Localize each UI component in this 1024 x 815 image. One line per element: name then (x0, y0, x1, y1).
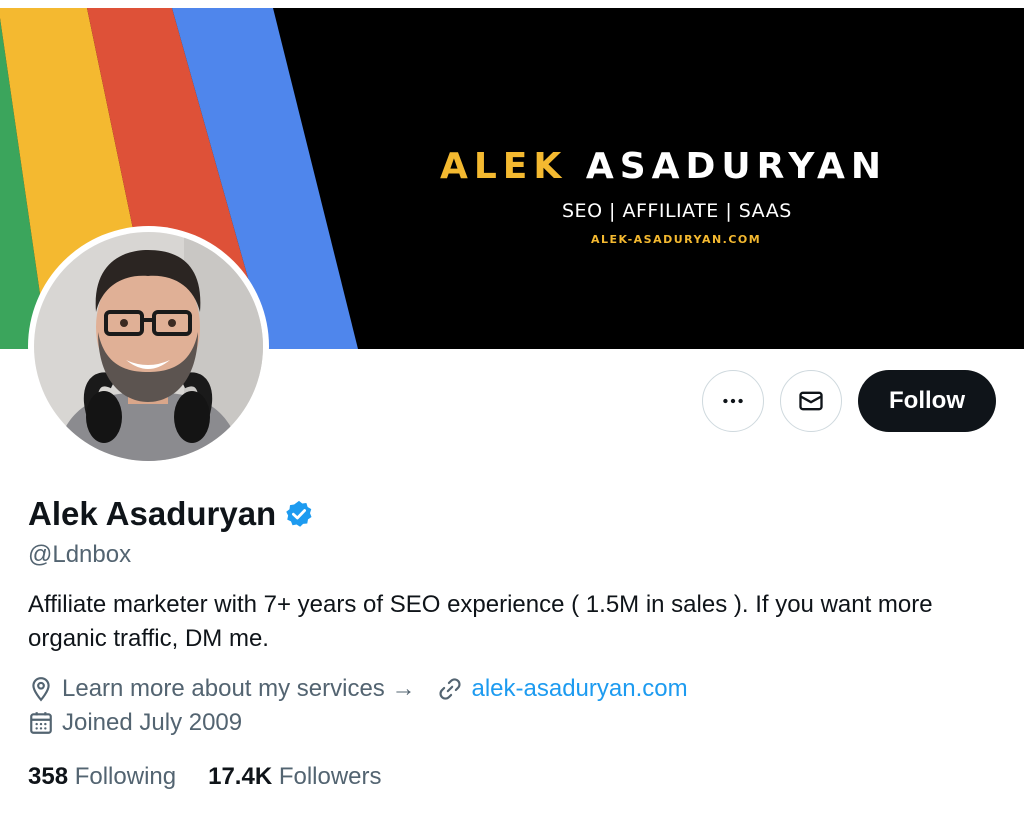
avatar-photo (34, 232, 263, 461)
followers-stat[interactable]: 17.4K Followers (208, 760, 381, 794)
location-item: Learn more about my services → (28, 672, 415, 706)
joined-item: Joined July 2009 (28, 706, 242, 740)
more-icon (723, 398, 743, 404)
profile-info: Alek Asaduryan @Ldnbox Affiliate markete… (28, 494, 998, 794)
verified-badge-icon[interactable] (284, 499, 314, 529)
following-label: Following (74, 763, 177, 790)
message-button[interactable] (780, 370, 842, 432)
banner-name-last: ASADURYAN (585, 146, 887, 187)
link-icon (439, 678, 462, 700)
following-count: 358 (28, 763, 69, 790)
avatar[interactable] (28, 226, 269, 467)
following-stat[interactable]: 358 Following (28, 760, 176, 794)
bio: Affiliate marketer with 7+ years of SEO … (28, 591, 933, 652)
banner-name-first: ALEK (440, 146, 568, 187)
website-item[interactable]: alek-asaduryan.com (437, 672, 688, 706)
meta-row-2: Joined July 2009 (28, 706, 998, 740)
follow-button[interactable]: Follow (858, 370, 996, 432)
followers-count: 17.4K (208, 763, 273, 790)
more-button[interactable] (702, 370, 764, 432)
banner-tagline: SEO | AFFILIATE | SAAS (562, 200, 792, 222)
location-text: Learn more about my services → (62, 675, 416, 702)
profile-actions: Follow (702, 370, 996, 432)
profile-meta: Learn more about my services → alek-asad… (28, 672, 998, 740)
website-link[interactable]: alek-asaduryan.com (471, 672, 687, 706)
followers-label: Followers (278, 763, 382, 790)
location-pin-icon (32, 677, 50, 702)
banner-website: ALEK-ASADURYAN.COM (591, 233, 762, 246)
joined-date: Joined July 2009 (62, 709, 243, 736)
name-row: Alek Asaduryan (28, 494, 998, 534)
display-name: Alek Asaduryan (28, 495, 277, 532)
banner-name: ALEK ASADURYAN (440, 146, 887, 187)
mail-icon (799, 391, 823, 411)
user-handle: @Ldnbox (28, 541, 132, 568)
meta-row-1: Learn more about my services → alek-asad… (28, 672, 998, 706)
calendar-icon (30, 712, 52, 734)
follow-stats: 358 Following 17.4K Followers (28, 760, 998, 794)
